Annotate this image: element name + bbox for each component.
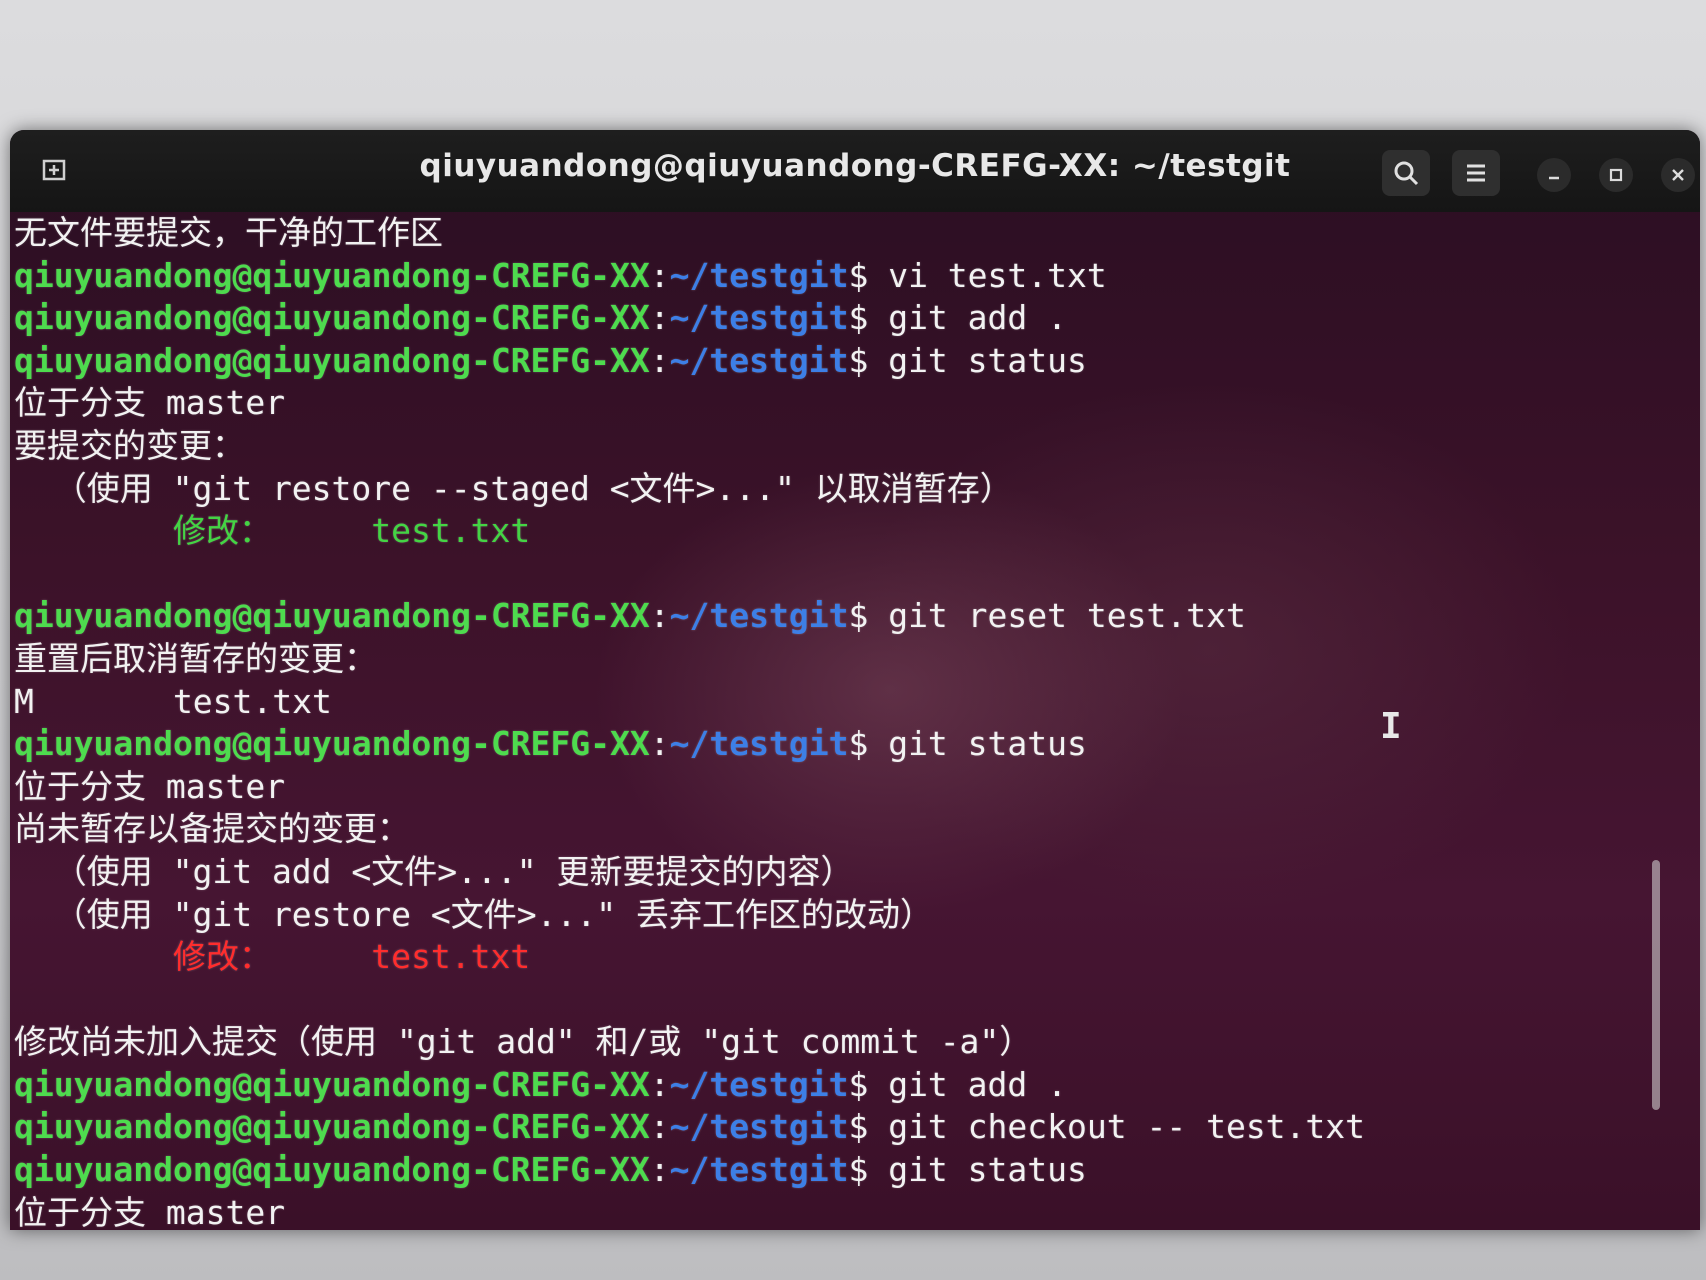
prompt-separator: : — [649, 255, 670, 295]
text-cursor-icon: I — [1380, 706, 1402, 747]
prompt-separator: : — [649, 1107, 670, 1147]
prompt-line: qiuyuandong@qiuyuandong-CREFG-XX:~/testg… — [14, 255, 1664, 298]
output-text: 位于分支 master — [14, 1192, 286, 1230]
close-button[interactable] — [1661, 158, 1695, 192]
output-line: M test.txt — [14, 681, 1664, 724]
output-text: 位于分支 master — [14, 766, 286, 806]
prompt-separator: : — [649, 340, 670, 380]
command-text: git add . — [868, 298, 1068, 338]
prompt-user-host: qiuyuandong@qiuyuandong-CREFG-XX — [14, 1064, 650, 1104]
command-text: vi test.txt — [868, 255, 1107, 295]
prompt-dollar: $ — [848, 724, 869, 764]
prompt-dollar: $ — [848, 1107, 869, 1147]
title-bar[interactable]: qiuyuandong@qiuyuandong-CREFG-XX: ~/test… — [10, 130, 1700, 212]
prompt-dollar: $ — [848, 596, 869, 636]
prompt-user-host: qiuyuandong@qiuyuandong-CREFG-XX — [14, 298, 650, 338]
prompt-line: qiuyuandong@qiuyuandong-CREFG-XX:~/testg… — [14, 1106, 1664, 1149]
command-text: git status — [868, 724, 1087, 764]
output-text: 修改尚未加入提交（使用 "git add" 和/或 "git commit -a… — [14, 1022, 1033, 1062]
prompt-separator: : — [649, 298, 670, 338]
output-line: 要提交的变更： — [14, 425, 1664, 468]
prompt-path: ~/testgit — [669, 1150, 849, 1190]
prompt-dollar: $ — [848, 1064, 869, 1104]
search-icon — [1394, 161, 1419, 186]
output-line: （使用 "git restore <文件>..." 丢弃工作区的改动） — [14, 894, 1664, 937]
prompt-user-host: qiuyuandong@qiuyuandong-CREFG-XX — [14, 255, 650, 295]
scrollbar[interactable] — [1652, 860, 1660, 1110]
output-text: M test.txt — [14, 681, 332, 721]
output-text: 尚未暂存以备提交的变更： — [14, 809, 410, 849]
terminal-output[interactable]: 无文件要提交，干净的工作区 qiuyuandong@qiuyuandong-CRE… — [14, 212, 1664, 1230]
prompt-dollar: $ — [848, 340, 869, 380]
prompt-line: qiuyuandong@qiuyuandong-CREFG-XX:~/testg… — [14, 1064, 1664, 1107]
prompt-user-host: qiuyuandong@qiuyuandong-CREFG-XX — [14, 1107, 650, 1147]
prompt-separator: : — [649, 1150, 670, 1190]
prompt-dollar: $ — [848, 255, 869, 295]
command-text: git reset test.txt — [868, 596, 1246, 636]
output-text: 修改： test.txt — [14, 511, 531, 551]
output-line: 尚未暂存以备提交的变更： — [14, 808, 1664, 851]
maximize-icon — [1609, 168, 1623, 182]
output-line: 位于分支 master — [14, 766, 1664, 809]
prompt-user-host: qiuyuandong@qiuyuandong-CREFG-XX — [14, 596, 650, 636]
command-text: git status — [868, 1150, 1087, 1190]
prompt-dollar: $ — [848, 298, 869, 338]
prompt-line: qiuyuandong@qiuyuandong-CREFG-XX:~/testg… — [14, 595, 1664, 638]
unstaged-file-line: 修改： test.txt — [14, 936, 1664, 979]
menu-button[interactable] — [1452, 150, 1500, 196]
minimize-button[interactable] — [1537, 158, 1571, 192]
output-text: （使用 "git restore --staged <文件>..." 以取消暂存… — [14, 468, 1013, 508]
search-button[interactable] — [1382, 150, 1430, 196]
maximize-button[interactable] — [1599, 158, 1633, 192]
staged-file-line: 修改： test.txt — [14, 510, 1664, 553]
command-text: git add . — [868, 1064, 1068, 1104]
output-text: （使用 "git restore <文件>..." 丢弃工作区的改动） — [14, 894, 933, 934]
output-line: 重置后取消暂存的变更： — [14, 638, 1664, 681]
prompt-path: ~/testgit — [669, 255, 849, 295]
command-text: git checkout -- test.txt — [868, 1107, 1366, 1147]
output-line: （使用 "git add <文件>..." 更新要提交的内容） — [14, 851, 1664, 894]
prompt-dollar: $ — [848, 1150, 869, 1190]
output-text: 重置后取消暂存的变更： — [14, 638, 377, 678]
prompt-separator: : — [649, 1064, 670, 1104]
output-line: 无文件要提交，干净的工作区 — [14, 212, 1664, 255]
prompt-user-host: qiuyuandong@qiuyuandong-CREFG-XX — [14, 724, 650, 764]
output-text: 修改： test.txt — [14, 937, 531, 977]
command-text: git status — [868, 340, 1087, 380]
output-text: 位于分支 master — [14, 383, 286, 423]
output-line: 位于分支 master — [14, 1192, 1664, 1230]
prompt-separator: : — [649, 596, 670, 636]
prompt-path: ~/testgit — [669, 1107, 849, 1147]
output-line: 修改尚未加入提交（使用 "git add" 和/或 "git commit -a… — [14, 1021, 1664, 1064]
prompt-line: qiuyuandong@qiuyuandong-CREFG-XX:~/testg… — [14, 723, 1664, 766]
prompt-path: ~/testgit — [669, 724, 849, 764]
prompt-line: qiuyuandong@qiuyuandong-CREFG-XX:~/testg… — [14, 1149, 1664, 1192]
prompt-line: qiuyuandong@qiuyuandong-CREFG-XX:~/testg… — [14, 340, 1664, 383]
prompt-separator: : — [649, 724, 670, 764]
prompt-user-host: qiuyuandong@qiuyuandong-CREFG-XX — [14, 340, 650, 380]
output-line: 位于分支 master — [14, 382, 1664, 425]
prompt-path: ~/testgit — [669, 596, 849, 636]
prompt-line: qiuyuandong@qiuyuandong-CREFG-XX:~/testg… — [14, 297, 1664, 340]
prompt-path: ~/testgit — [669, 298, 849, 338]
prompt-user-host: qiuyuandong@qiuyuandong-CREFG-XX — [14, 1150, 650, 1190]
minimize-icon — [1549, 176, 1559, 180]
output-text: 要提交的变更： — [14, 425, 245, 465]
terminal-window: qiuyuandong@qiuyuandong-CREFG-XX: ~/test… — [10, 130, 1700, 1230]
output-text: 无文件要提交，干净的工作区 — [14, 213, 443, 252]
output-text: （使用 "git add <文件>..." 更新要提交的内容） — [14, 851, 854, 891]
prompt-path: ~/testgit — [669, 1064, 849, 1104]
close-icon — [1672, 169, 1684, 181]
window-title: qiuyuandong@qiuyuandong-CREFG-XX: ~/test… — [419, 148, 1291, 184]
output-line: （使用 "git restore --staged <文件>..." 以取消暂存… — [14, 468, 1664, 511]
hamburger-menu-icon — [1467, 164, 1485, 182]
prompt-path: ~/testgit — [669, 340, 849, 380]
